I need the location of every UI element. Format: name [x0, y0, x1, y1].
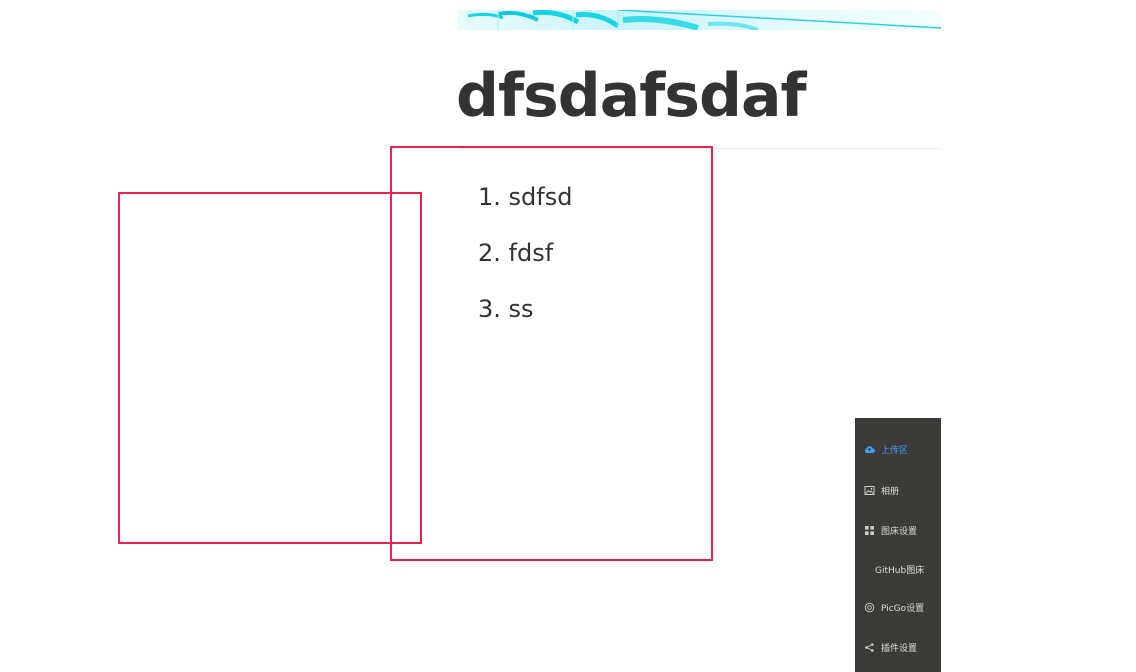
upload-cloud-icon [864, 444, 875, 455]
annotation-box-left [118, 192, 422, 544]
header-banner-image [458, 10, 941, 30]
album-icon [864, 485, 875, 496]
menu-item-upload[interactable]: 上传区 [864, 441, 908, 457]
menu-item-label: 图床设置 [881, 526, 918, 537]
menu-item-label: 上传区 [881, 445, 909, 456]
menu-item-album[interactable]: 相册 [864, 482, 899, 498]
picgo-side-menu: 上传区 相册 图床设置 GitHub图床 PicGo设置 插件设置 [855, 418, 941, 672]
menu-item-label: 插件设置 [881, 643, 918, 654]
menu-item-label: 相册 [881, 486, 900, 497]
menu-item-github-picbed[interactable]: GitHub图床 [875, 561, 924, 577]
grid-icon [864, 525, 875, 536]
menu-item-picbed-settings[interactable]: 图床设置 [864, 522, 917, 538]
annotation-box-right [390, 146, 713, 561]
document-title: dfsdafsdaf [456, 61, 807, 131]
menu-item-label: PicGo设置 [881, 603, 925, 614]
menu-item-plugin-settings[interactable]: 插件设置 [864, 639, 917, 655]
menu-item-label: GitHub图床 [875, 565, 925, 576]
menu-item-picgo-settings[interactable]: PicGo设置 [864, 599, 924, 615]
share-icon [864, 642, 875, 653]
settings-circle-icon [864, 602, 875, 613]
